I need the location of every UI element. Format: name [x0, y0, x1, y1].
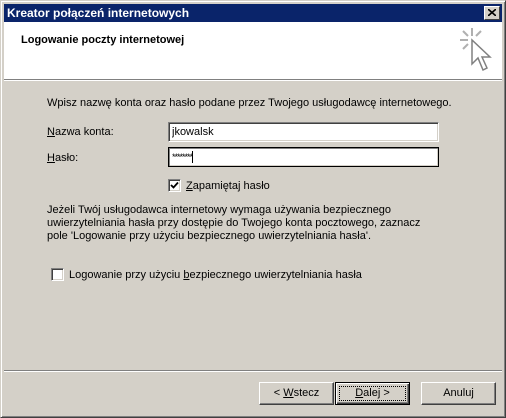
- wizard-header: Logowanie poczty internetowej: [4, 22, 502, 79]
- text-caret: [192, 151, 194, 164]
- account-name-input[interactable]: [168, 122, 439, 142]
- secure-password-auth-label[interactable]: Logowanie przy użyciu bezpiecznego uwier…: [69, 269, 362, 281]
- wizard-cursor-sparkle-icon: [460, 28, 492, 72]
- next-button[interactable]: Dalej >: [335, 382, 410, 405]
- header-divider: [4, 79, 502, 81]
- page-title: Logowanie poczty internetowej: [21, 34, 185, 46]
- title-bar[interactable]: Kreator połączeń internetowych: [4, 4, 502, 22]
- secure-password-auth-checkbox[interactable]: [51, 268, 64, 281]
- spa-info-text: Jeżeli Twój usługodawca internetowy wyma…: [47, 204, 420, 243]
- password-label: Hasło:: [47, 152, 79, 164]
- cancel-button[interactable]: Anuluj: [421, 382, 496, 405]
- spa-info-line: uwierzytelniania hasła przy dostępie do …: [47, 217, 421, 229]
- account-label: Nazwa konta:: [47, 126, 114, 138]
- back-button[interactable]: < Wstecz: [259, 382, 334, 405]
- close-button[interactable]: [484, 6, 500, 20]
- wizard-window: Kreator połączeń internetowych Logowanie…: [0, 0, 506, 418]
- spa-info-line: pole 'Logowanie przy użyciu bezpiecznego…: [47, 230, 372, 242]
- remember-password-label[interactable]: Zapamiętaj hasło: [186, 180, 270, 192]
- password-input[interactable]: ********: [168, 147, 439, 167]
- password-mask: ********: [172, 152, 193, 162]
- window-title: Kreator połączeń internetowych: [7, 6, 190, 20]
- remember-password-checkbox[interactable]: [168, 179, 181, 192]
- footer-divider: [4, 370, 502, 372]
- intro-text: Wpisz nazwę konta oraz hasło podane prze…: [47, 97, 452, 109]
- close-icon: [488, 9, 496, 16]
- checkmark-icon: [170, 181, 179, 189]
- spa-info-line: Jeżeli Twój usługodawca internetowy wyma…: [47, 204, 392, 216]
